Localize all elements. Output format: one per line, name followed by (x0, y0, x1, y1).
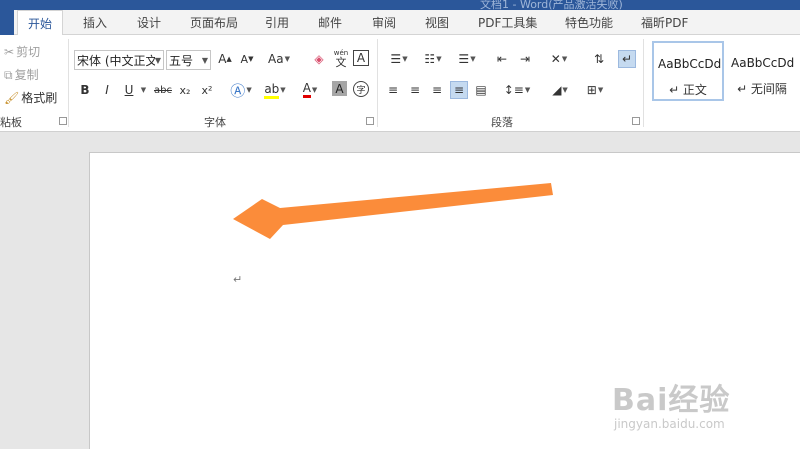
arrow-shape (233, 183, 553, 239)
baidu-watermark: Bai经验 jingyan.baidu.com (612, 375, 730, 431)
watermark-url: jingyan.baidu.com (614, 417, 725, 431)
watermark-logo: Bai经验 (612, 383, 731, 418)
